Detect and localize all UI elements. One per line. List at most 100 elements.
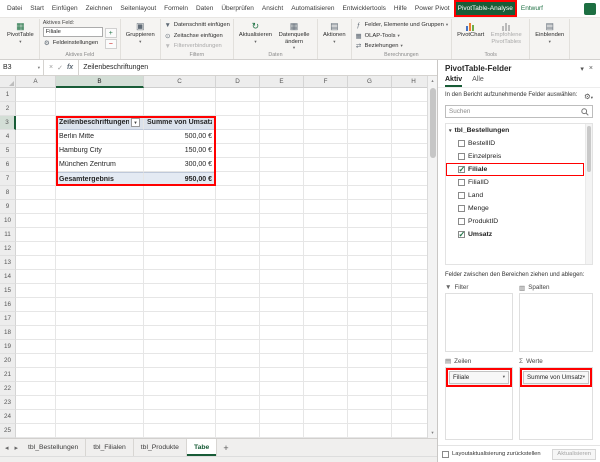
cell-a10[interactable] — [16, 214, 56, 228]
datenschnitt-einfügen-button[interactable]: ▼Datenschnitt einfügen — [164, 20, 230, 31]
cell-d2[interactable] — [216, 102, 260, 116]
beziehungen-button[interactable]: ⇄Beziehungen▾ — [355, 41, 449, 52]
cell-b9[interactable] — [56, 200, 144, 214]
cell-h14[interactable] — [392, 270, 427, 284]
vertical-scrollbar[interactable]: ▴ ▾ — [427, 76, 437, 438]
cell-g18[interactable] — [348, 326, 392, 340]
cell-a25[interactable] — [16, 424, 56, 438]
row-header-10[interactable]: 10 — [0, 214, 16, 228]
cell-a9[interactable] — [16, 200, 56, 214]
cell-b16[interactable] — [56, 298, 144, 312]
pivottable-menu-button[interactable]: ▦ PivotTable ▾ — [5, 20, 36, 45]
cell-g4[interactable] — [348, 130, 392, 144]
cell-f13[interactable] — [304, 256, 348, 270]
cell-e24[interactable] — [260, 410, 304, 424]
cell-a21[interactable] — [16, 368, 56, 382]
einblenden-button[interactable]: ▤ Einblenden ▾ — [533, 20, 566, 45]
cell-d24[interactable] — [216, 410, 260, 424]
ribbon-tab-formeln[interactable]: Formeln — [160, 0, 192, 17]
cell-h2[interactable] — [392, 102, 427, 116]
cell-d4[interactable] — [216, 130, 260, 144]
cell-h15[interactable] — [392, 284, 427, 298]
cell-h20[interactable] — [392, 354, 427, 368]
cell-g8[interactable] — [348, 186, 392, 200]
cell-d17[interactable] — [216, 312, 260, 326]
cell-f1[interactable] — [304, 88, 348, 102]
gear-icon[interactable]: ⚙▾ — [584, 92, 593, 101]
ribbon-tab-hilfe[interactable]: Hilfe — [390, 0, 411, 17]
cell-e25[interactable] — [260, 424, 304, 438]
row-header-7[interactable]: 7 — [0, 172, 16, 186]
cell-f9[interactable] — [304, 200, 348, 214]
cell-c7[interactable]: 950,00 € — [144, 172, 216, 186]
cell-c21[interactable] — [144, 368, 216, 382]
cell-g2[interactable] — [348, 102, 392, 116]
filter-dropdown-icon[interactable]: ▾ — [131, 118, 140, 127]
cell-c17[interactable] — [144, 312, 216, 326]
row-header-5[interactable]: 5 — [0, 144, 16, 158]
felder-elemente-und-gruppen-button[interactable]: ƒFelder, Elemente und Gruppen▾ — [355, 20, 449, 31]
cell-h3[interactable] — [392, 116, 427, 130]
cell-a14[interactable] — [16, 270, 56, 284]
cell-a8[interactable] — [16, 186, 56, 200]
ribbon-tab-daten[interactable]: Daten — [192, 0, 217, 17]
cell-h25[interactable] — [392, 424, 427, 438]
cell-h10[interactable] — [392, 214, 427, 228]
cell-c14[interactable] — [144, 270, 216, 284]
cell-g6[interactable] — [348, 158, 392, 172]
cell-h5[interactable] — [392, 144, 427, 158]
cell-g15[interactable] — [348, 284, 392, 298]
cell-a11[interactable] — [16, 228, 56, 242]
defer-layout-checkbox[interactable] — [442, 451, 449, 458]
cell-a2[interactable] — [16, 102, 56, 116]
checkbox-land[interactable] — [458, 192, 465, 199]
area-box-werte[interactable]: Summe von Umsatz▾ — [519, 367, 593, 441]
ribbon-tab-power-pivot[interactable]: Power Pivot — [411, 0, 454, 17]
cell-c2[interactable] — [144, 102, 216, 116]
sheet-nav-left-icon[interactable]: ◂ — [2, 439, 12, 456]
cell-d22[interactable] — [216, 382, 260, 396]
cell-e14[interactable] — [260, 270, 304, 284]
cell-f8[interactable] — [304, 186, 348, 200]
cell-b21[interactable] — [56, 368, 144, 382]
cell-c4[interactable]: 500,00 € — [144, 130, 216, 144]
update-button[interactable]: Aktualisieren — [552, 449, 596, 460]
ribbon-tab-entwicklertools[interactable]: Entwicklertools — [339, 0, 390, 17]
cell-h16[interactable] — [392, 298, 427, 312]
row-header-2[interactable]: 2 — [0, 102, 16, 116]
cell-e15[interactable] — [260, 284, 304, 298]
cell-f17[interactable] — [304, 312, 348, 326]
cell-b4[interactable]: Berlin Mitte — [56, 130, 144, 144]
cell-c19[interactable] — [144, 340, 216, 354]
cell-b18[interactable] — [56, 326, 144, 340]
field-item-umsatz[interactable]: Umsatz — [446, 228, 584, 241]
cell-e19[interactable] — [260, 340, 304, 354]
cell-h17[interactable] — [392, 312, 427, 326]
cell-a16[interactable] — [16, 298, 56, 312]
cell-a23[interactable] — [16, 396, 56, 410]
cell-a5[interactable] — [16, 144, 56, 158]
enter-icon[interactable]: ✓ — [57, 64, 63, 72]
checkbox-einzelpreis[interactable] — [458, 153, 465, 160]
cell-g9[interactable] — [348, 200, 392, 214]
cell-h21[interactable] — [392, 368, 427, 382]
cell-f7[interactable] — [304, 172, 348, 186]
row-header-6[interactable]: 6 — [0, 158, 16, 172]
cell-f6[interactable] — [304, 158, 348, 172]
area-box-zeilen[interactable]: Filiale▾ — [445, 367, 513, 441]
column-header-e[interactable]: E — [260, 76, 304, 88]
active-field-input[interactable]: Filiale — [43, 27, 103, 37]
ribbon-tab-pivottable-analyse[interactable]: PivotTable-Analyse — [454, 0, 517, 17]
checkbox-umsatz[interactable] — [458, 231, 465, 238]
cell-c18[interactable] — [144, 326, 216, 340]
column-header-g[interactable]: G — [348, 76, 392, 88]
cell-f22[interactable] — [304, 382, 348, 396]
panel-tab-aktiv[interactable]: Aktiv — [445, 76, 462, 87]
cell-b22[interactable] — [56, 382, 144, 396]
cell-h11[interactable] — [392, 228, 427, 242]
cell-c22[interactable] — [144, 382, 216, 396]
cell-c5[interactable]: 150,00 € — [144, 144, 216, 158]
name-box-dropdown-icon[interactable]: ▾ — [38, 65, 40, 71]
field-item-einzelpreis[interactable]: Einzelpreis — [446, 150, 584, 163]
cell-e10[interactable] — [260, 214, 304, 228]
